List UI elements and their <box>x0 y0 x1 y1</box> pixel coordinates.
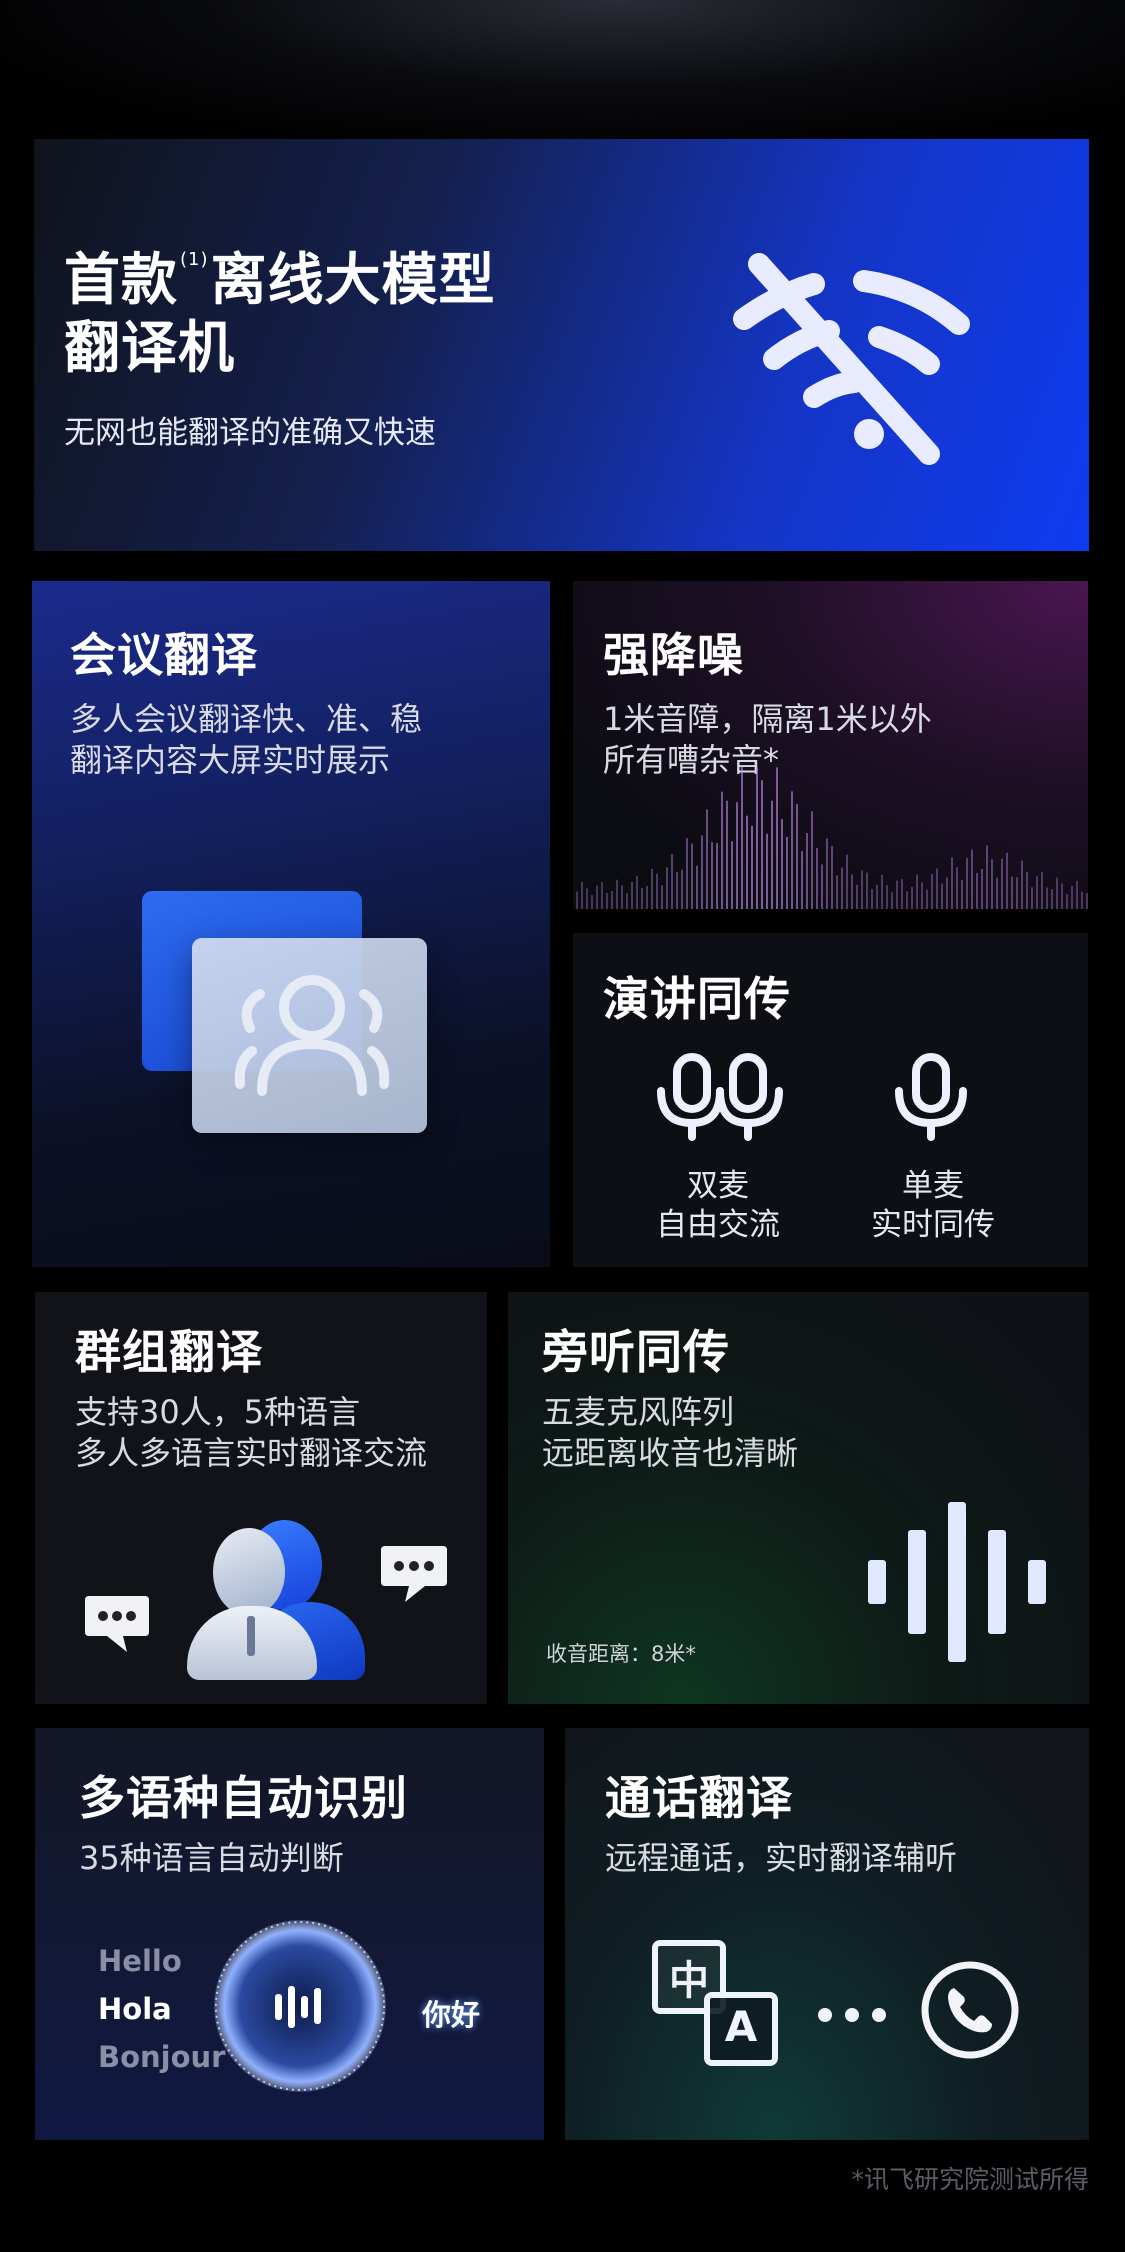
offline-translation-card: 首款 (1)离线大模型 翻译机 无网也能翻译的准确又快速 <box>34 139 1089 551</box>
group-line-1: 支持30人，5种语言 <box>75 1393 361 1431</box>
voice-orb-icon <box>214 1920 386 2092</box>
lang-description: 35种语言自动判断 <box>79 1838 344 1879</box>
group-users-icon <box>234 975 390 1096</box>
listen-title: 旁听同传 <box>542 1325 730 1379</box>
lang-word-bonjour: Bonjour <box>98 2040 226 2074</box>
call-description: 远程通话，实时翻译辅听 <box>605 1838 957 1879</box>
pickup-distance-note: 收音距离：8米* <box>546 1642 696 1666</box>
group-description: 支持30人，5种语言 多人多语言实时翻译交流 <box>75 1392 427 1474</box>
hero-title: 首款 (1)离线大模型 翻译机 <box>64 247 496 384</box>
hero-title-sup: (1) <box>180 249 209 270</box>
listen-line-2: 远距离收音也清晰 <box>542 1433 799 1472</box>
dots-icon <box>818 2008 886 2022</box>
lang-title: 多语种自动识别 <box>79 1771 408 1825</box>
group-line-2: 多人多语言实时翻译交流 <box>75 1433 428 1472</box>
lang-line-1: 35种语言自动判断 <box>79 1839 344 1877</box>
meeting-title: 会议翻译 <box>70 628 258 682</box>
wifi-off-icon <box>733 253 970 465</box>
group-title: 群组翻译 <box>75 1325 263 1379</box>
phone-icon <box>921 1961 1019 2059</box>
single-mic-label: 单麦 实时同传 <box>863 1167 1003 1245</box>
chat-bubble-icon <box>85 1596 149 1652</box>
meeting-description: 多人会议翻译快、准、稳 翻译内容大屏实时展示 <box>70 699 422 781</box>
listening-interpretation-card: 旁听同传 五麦克风阵列 远距离收音也清晰 收音距离：8米* <box>508 1292 1089 1704</box>
meeting-line-1: 多人会议翻译快、准、稳 <box>70 700 423 738</box>
footnote: *讯飞研究院测试所得 <box>851 2165 1089 2194</box>
group-translation-card: 群组翻译 支持30人，5种语言 多人多语言实时翻译交流 <box>35 1292 487 1704</box>
listen-description: 五麦克风阵列 远距离收音也清晰 <box>542 1392 798 1474</box>
translate-glyph-a: A <box>724 2002 758 2051</box>
mic-icon <box>895 1053 967 1141</box>
hero-title-pre: 首款 <box>64 248 178 313</box>
noise-line-1: 1米音障，隔离1米以外 <box>603 700 932 738</box>
call-title: 通话翻译 <box>605 1771 793 1825</box>
hero-title-line2: 翻译机 <box>64 316 235 382</box>
lang-word-hello: Hello <box>98 1944 182 1978</box>
hero-title-post: 离线大模型 <box>210 248 496 313</box>
speech-interpretation-card: 演讲同传 双麦 自由交流 单麦 实时同传 <box>573 933 1088 1267</box>
call-translation-card: 通话翻译 远程通话，实时翻译辅听 中 A <box>565 1728 1089 2140</box>
lang-word-nihao: 你好 <box>422 1998 481 2032</box>
noise-title: 强降噪 <box>603 628 744 682</box>
lang-word-hola: Hola <box>98 1992 172 2026</box>
meeting-line-2: 翻译内容大屏实时展示 <box>70 740 391 779</box>
listen-line-1: 五麦克风阵列 <box>542 1393 735 1431</box>
hero-subtitle: 无网也能翻译的准确又快速 <box>64 415 436 451</box>
single-mic-line-2: 实时同传 <box>871 1206 995 1243</box>
language-detection-card: 多语种自动识别 35种语言自动判断 Hello Hola Bonjour 你好 <box>35 1728 544 2140</box>
dual-mic-line-2: 自由交流 <box>656 1206 780 1243</box>
dual-mic-icon <box>657 1053 783 1141</box>
single-mic-line-1: 单麦 <box>902 1168 964 1204</box>
speech-title: 演讲同传 <box>603 972 791 1026</box>
chat-bubble-icon <box>381 1546 447 1602</box>
dual-mic-line-1: 双麦 <box>687 1168 749 1204</box>
sound-wave-icon <box>576 766 1088 909</box>
dual-mic-label: 双麦 自由交流 <box>633 1167 803 1245</box>
translate-icon: 中 A <box>652 1940 782 2068</box>
audio-bars-icon <box>868 1502 1046 1662</box>
meeting-translation-card: 会议翻译 多人会议翻译快、准、稳 翻译内容大屏实时展示 <box>32 581 550 1267</box>
noise-reduction-card: 强降噪 1米音障，隔离1米以外 所有嘈杂音* <box>573 581 1088 909</box>
top-background <box>0 0 1125 140</box>
person-icon <box>185 1520 365 1680</box>
call-line-1: 远程通话，实时翻译辅听 <box>605 1839 958 1877</box>
